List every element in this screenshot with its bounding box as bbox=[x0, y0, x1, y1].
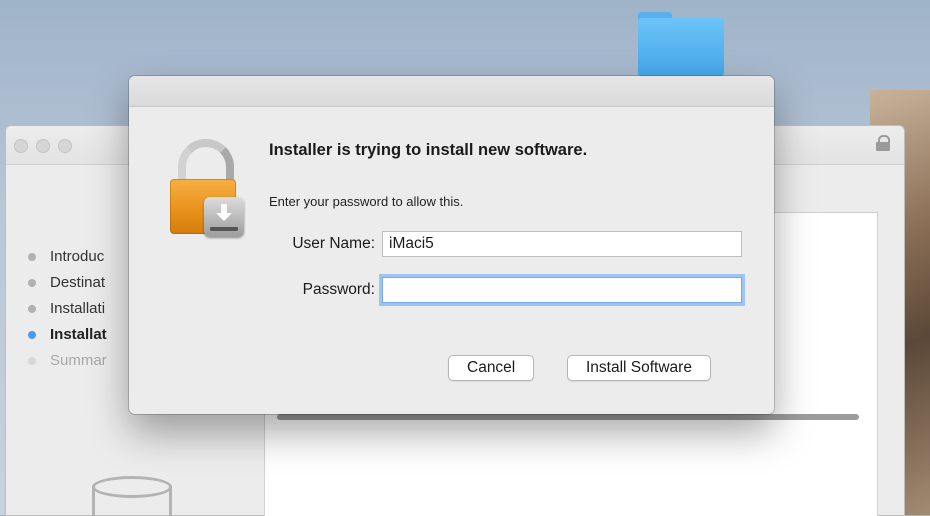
lock-icon bbox=[876, 135, 890, 151]
step-label: Installat bbox=[50, 326, 107, 343]
window-controls bbox=[14, 139, 72, 153]
folder-icon[interactable] bbox=[638, 12, 724, 76]
username-label: User Name: bbox=[292, 235, 375, 252]
step-bullet-icon bbox=[28, 331, 36, 339]
username-field[interactable] bbox=[382, 231, 742, 257]
close-window-button[interactable] bbox=[14, 139, 28, 153]
install-progress-bar bbox=[277, 414, 859, 420]
step-item: Summar bbox=[28, 348, 107, 374]
password-label: Password: bbox=[302, 281, 375, 298]
step-item-active: Installat bbox=[28, 322, 107, 348]
dialog-heading: Installer is trying to install new softw… bbox=[269, 141, 588, 159]
step-label: Summar bbox=[50, 352, 107, 369]
step-label: Destinat bbox=[50, 274, 106, 291]
minimize-window-button[interactable] bbox=[36, 139, 50, 153]
step-label: Introduc bbox=[50, 248, 105, 265]
step-bullet-icon bbox=[28, 305, 36, 313]
password-field[interactable] bbox=[382, 277, 742, 303]
step-bullet-icon bbox=[28, 279, 36, 287]
disk-icon bbox=[88, 476, 176, 516]
installer-drive-icon bbox=[204, 197, 244, 237]
step-item: Installati bbox=[28, 296, 107, 322]
step-bullet-icon bbox=[28, 253, 36, 261]
step-label: Installati bbox=[50, 300, 106, 317]
cancel-button[interactable]: Cancel bbox=[448, 355, 535, 381]
step-item: Introduc bbox=[28, 244, 107, 270]
step-item: Destinat bbox=[28, 270, 107, 296]
dialog-titlebar bbox=[129, 76, 774, 107]
auth-dialog: Installer is trying to install new softw… bbox=[129, 76, 774, 414]
installer-steps-list: Introduc Destinat Installati Installat S… bbox=[28, 244, 107, 374]
padlock-icon bbox=[170, 139, 244, 237]
zoom-window-button[interactable] bbox=[58, 139, 72, 153]
dialog-subtext: Enter your password to allow this. bbox=[269, 194, 464, 209]
install-software-button[interactable]: Install Software bbox=[567, 355, 711, 381]
step-bullet-icon bbox=[28, 357, 36, 365]
